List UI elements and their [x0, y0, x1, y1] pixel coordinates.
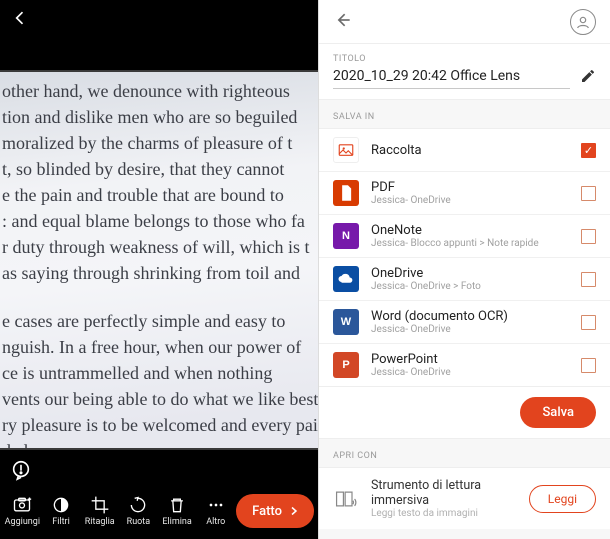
option-sub: Jessica- OneDrive > Foto — [371, 281, 569, 292]
account-icon[interactable] — [570, 9, 596, 35]
option-name: OneNote — [371, 223, 569, 238]
option-sub: Jessica- Blocco appunti > Note rapide — [371, 238, 569, 249]
doc-line: t, so blinded by desire, that they canno… — [0, 156, 318, 182]
save-button-label: Salva — [542, 405, 574, 420]
open-with-name: Strumento di lettura immersiva — [371, 478, 517, 508]
add-button[interactable]: Aggiungi — [4, 495, 41, 527]
edit-icon[interactable] — [580, 68, 596, 88]
option-name: PDF — [371, 180, 569, 195]
save-row: Salva — [319, 387, 610, 439]
doc-line: ce is untrammelled and when nothing — [0, 360, 318, 386]
onenote-icon: N — [333, 223, 359, 249]
doc-line: r duty through weakness of will, which i… — [0, 234, 318, 260]
save-button[interactable]: Salva — [520, 397, 596, 428]
checkbox-onenote[interactable] — [581, 229, 596, 244]
more-label: Altro — [206, 517, 225, 527]
option-name: PowerPoint — [371, 352, 569, 367]
option-pdf[interactable]: PDF Jessica- OneDrive — [319, 172, 610, 215]
option-sub: Jessica- OneDrive — [371, 195, 569, 206]
more-button[interactable]: Altro — [197, 495, 234, 527]
filters-button[interactable]: Filtri — [43, 495, 80, 527]
open-with-row: Strumento di lettura immersiva Leggi tes… — [319, 467, 610, 529]
gallery-icon — [333, 137, 359, 163]
immersive-reader-icon — [333, 486, 359, 512]
option-powerpoint[interactable]: P PowerPoint Jessica- OneDrive — [319, 344, 610, 386]
checkbox-raccolta[interactable]: ✓ — [581, 143, 596, 158]
rotate-button[interactable]: Ruota — [120, 495, 157, 527]
option-onenote[interactable]: N OneNote Jessica- Blocco appunti > Note… — [319, 215, 610, 258]
checkbox-word[interactable] — [581, 315, 596, 330]
doc-line: : and equal blame belongs to those who f… — [0, 208, 318, 234]
open-with-sub: Leggi testo da immagini — [371, 508, 517, 519]
done-label: Fatto — [252, 504, 282, 519]
doc-line: moralized by the charms of pleasure of t — [0, 130, 318, 156]
done-button[interactable]: Fatto — [236, 494, 314, 528]
capture-review-panel: other hand, we denounce with righteous t… — [0, 0, 318, 539]
doc-line: nguish. In a free hour, when our power o… — [0, 334, 318, 360]
word-icon: W — [333, 309, 359, 335]
option-onedrive[interactable]: OneDrive Jessica- OneDrive > Foto — [319, 258, 610, 301]
save-options-list: Raccolta ✓ PDF Jessica- OneDrive N OneNo… — [319, 128, 610, 387]
option-name: OneDrive — [371, 266, 569, 281]
save-panel: TITOLO 2020_10_29 20:42 Office Lens SALV… — [318, 0, 610, 539]
right-header — [319, 0, 610, 44]
doc-line: ry pleasure is to be welcomed and every … — [0, 412, 318, 438]
read-button-label: Leggi — [548, 492, 577, 506]
scanned-document-preview[interactable]: other hand, we denounce with righteous t… — [0, 70, 318, 450]
rotate-label: Ruota — [127, 517, 150, 527]
doc-line: e the pain and trouble that are bound to — [0, 182, 318, 208]
back-icon[interactable] — [10, 8, 30, 32]
doc-line: e cases are perfectly simple and easy to — [0, 308, 318, 334]
doc-line: as saying through shrinking from toil an… — [0, 260, 318, 286]
open-with-label: APRI CON — [319, 439, 610, 467]
filters-label: Filtri — [52, 517, 70, 527]
option-raccolta[interactable]: Raccolta ✓ — [319, 129, 610, 172]
option-word[interactable]: W Word (documento OCR) Jessica- OneDrive — [319, 301, 610, 344]
add-label: Aggiungi — [5, 517, 40, 527]
onedrive-icon — [333, 266, 359, 292]
doc-line: other hand, we denounce with righteous — [0, 78, 318, 104]
delete-button[interactable]: Elimina — [159, 495, 196, 527]
crop-label: Ritaglia — [85, 517, 115, 527]
checkbox-powerpoint[interactable] — [581, 358, 596, 373]
delete-label: Elimina — [162, 517, 191, 527]
title-section: TITOLO 2020_10_29 20:42 Office Lens — [319, 44, 610, 100]
option-name: Raccolta — [371, 143, 569, 158]
title-label: TITOLO — [333, 54, 596, 64]
caption-icon[interactable] — [10, 459, 32, 485]
title-input[interactable]: 2020_10_29 20:42 Office Lens — [333, 66, 570, 89]
crop-button[interactable]: Ritaglia — [81, 495, 118, 527]
back-icon[interactable] — [333, 10, 353, 34]
powerpoint-icon: P — [333, 352, 359, 378]
edit-toolbar: Aggiungi Filtri Ritaglia Ruota Elimina A… — [0, 487, 318, 539]
doc-line: tion and dislike men who are so beguiled — [0, 104, 318, 130]
checkbox-onedrive[interactable] — [581, 272, 596, 287]
doc-line: vents our being able to do what we like … — [0, 386, 318, 412]
checkbox-pdf[interactable] — [581, 186, 596, 201]
save-in-label: SALVA IN — [319, 100, 610, 128]
option-sub: Jessica- OneDrive — [371, 324, 569, 335]
left-topbar — [0, 0, 318, 40]
read-button[interactable]: Leggi — [529, 485, 596, 513]
doc-line: ded. — [0, 438, 318, 450]
option-sub: Jessica- OneDrive — [371, 367, 569, 378]
pdf-icon — [333, 180, 359, 206]
option-name: Word (documento OCR) — [371, 309, 569, 324]
